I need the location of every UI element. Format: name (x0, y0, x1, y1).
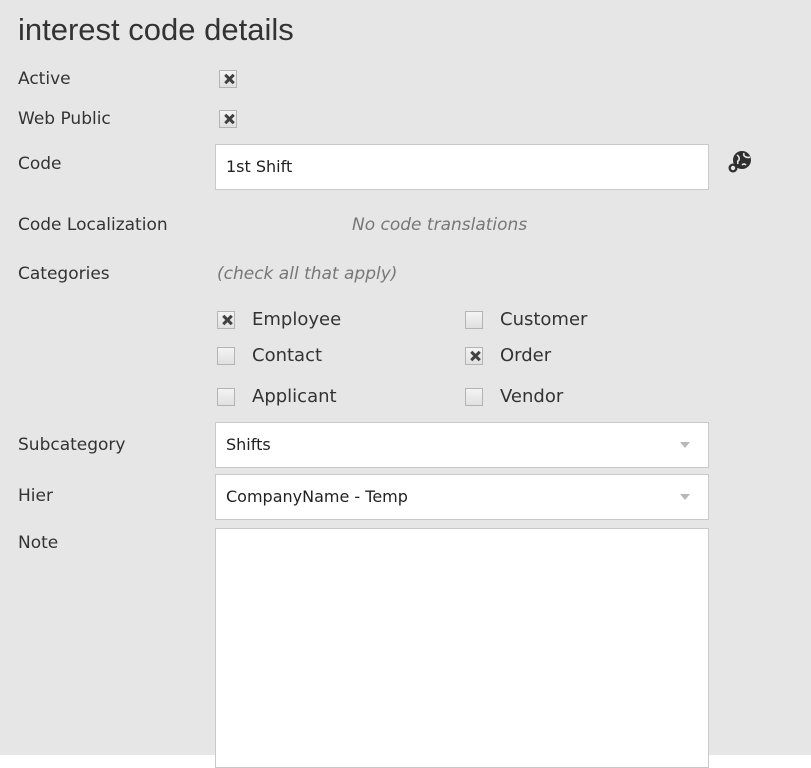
category-applicant-label: Applicant (252, 386, 337, 407)
category-vendor-checkbox[interactable] (465, 388, 483, 406)
interest-code-details-panel: interest code details Active Web Public … (0, 0, 811, 768)
code-label: Code (18, 154, 62, 174)
hier-label: Hier (18, 486, 53, 506)
subcategory-value: Shifts (226, 435, 271, 454)
note-label: Note (18, 533, 59, 553)
category-employee-label: Employee (252, 309, 342, 330)
category-applicant-checkbox[interactable] (217, 388, 235, 406)
globe-translate-icon[interactable] (727, 149, 753, 175)
category-contact-label: Contact (252, 345, 323, 366)
category-order-label: Order (500, 345, 552, 366)
subcategory-label: Subcategory (18, 435, 126, 455)
hier-value: CompanyName - Temp (226, 487, 408, 506)
no-translations-text: No code translations (352, 215, 528, 235)
page-title: interest code details (18, 12, 294, 47)
categories-label: Categories (18, 264, 110, 284)
active-checkbox[interactable] (219, 70, 237, 88)
hier-select[interactable]: CompanyName - Temp (215, 474, 709, 520)
category-customer-checkbox[interactable] (465, 311, 483, 329)
chevron-down-icon (680, 442, 690, 448)
subcategory-select[interactable]: Shifts (215, 422, 709, 468)
web-public-label: Web Public (18, 109, 111, 129)
category-order-checkbox[interactable] (465, 347, 483, 365)
note-textarea[interactable] (215, 528, 709, 768)
active-label: Active (18, 69, 71, 89)
category-contact-checkbox[interactable] (217, 347, 235, 365)
chevron-down-icon (680, 494, 690, 500)
category-employee-checkbox[interactable] (217, 311, 235, 329)
category-vendor-label: Vendor (500, 386, 564, 407)
category-customer-label: Customer (500, 309, 588, 330)
code-input[interactable]: 1st Shift (215, 144, 709, 190)
code-localization-label: Code Localization (18, 215, 168, 235)
categories-hint: (check all that apply) (217, 264, 398, 284)
web-public-checkbox[interactable] (219, 110, 237, 128)
